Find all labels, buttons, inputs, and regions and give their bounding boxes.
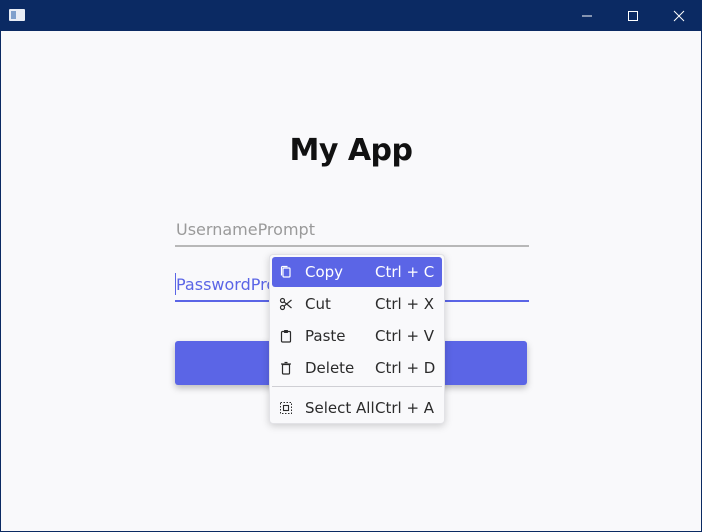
copy-icon [280, 265, 291, 278]
menu-item-shortcut: Ctrl + A [375, 399, 435, 417]
menu-item-select-all[interactable]: Select All Ctrl + A [272, 393, 442, 423]
menu-item-label: Select All [305, 399, 375, 417]
select-all-icon [280, 402, 292, 414]
maximize-icon [628, 11, 638, 21]
app-window: My App Copy Ctrl + C [0, 0, 702, 532]
menu-item-shortcut: Ctrl + X [375, 295, 435, 313]
minimize-icon [582, 15, 592, 17]
username-input[interactable] [175, 211, 529, 247]
scissors-icon [279, 297, 292, 311]
menu-separator [272, 386, 442, 387]
close-button[interactable] [656, 0, 702, 31]
trash-icon [281, 361, 291, 375]
username-underline [175, 245, 529, 247]
clipboard-icon [280, 330, 292, 343]
menu-item-label: Cut [305, 295, 331, 313]
close-icon [673, 10, 685, 22]
menu-item-copy[interactable]: Copy Ctrl + C [272, 257, 442, 287]
username-field[interactable] [175, 211, 529, 247]
menu-item-cut[interactable]: Cut Ctrl + X [272, 289, 442, 319]
menu-item-label: Delete [305, 359, 355, 377]
title-bar[interactable] [0, 0, 702, 31]
menu-item-label: Copy [305, 263, 344, 281]
menu-item-shortcut: Ctrl + C [375, 263, 435, 281]
menu-item-shortcut: Ctrl + D [375, 359, 436, 377]
app-icon [9, 9, 25, 21]
menu-item-delete[interactable]: Delete Ctrl + D [272, 353, 442, 383]
menu-item-paste[interactable]: Paste Ctrl + V [272, 321, 442, 351]
minimize-button[interactable] [564, 0, 610, 31]
page-title: My App [289, 133, 413, 168]
context-menu: Copy Ctrl + C Cut Ctrl + X Paste Ctrl + … [269, 254, 445, 424]
maximize-button[interactable] [610, 0, 656, 31]
text-caret [175, 273, 176, 295]
menu-item-label: Paste [305, 327, 346, 345]
menu-item-shortcut: Ctrl + V [375, 327, 435, 345]
